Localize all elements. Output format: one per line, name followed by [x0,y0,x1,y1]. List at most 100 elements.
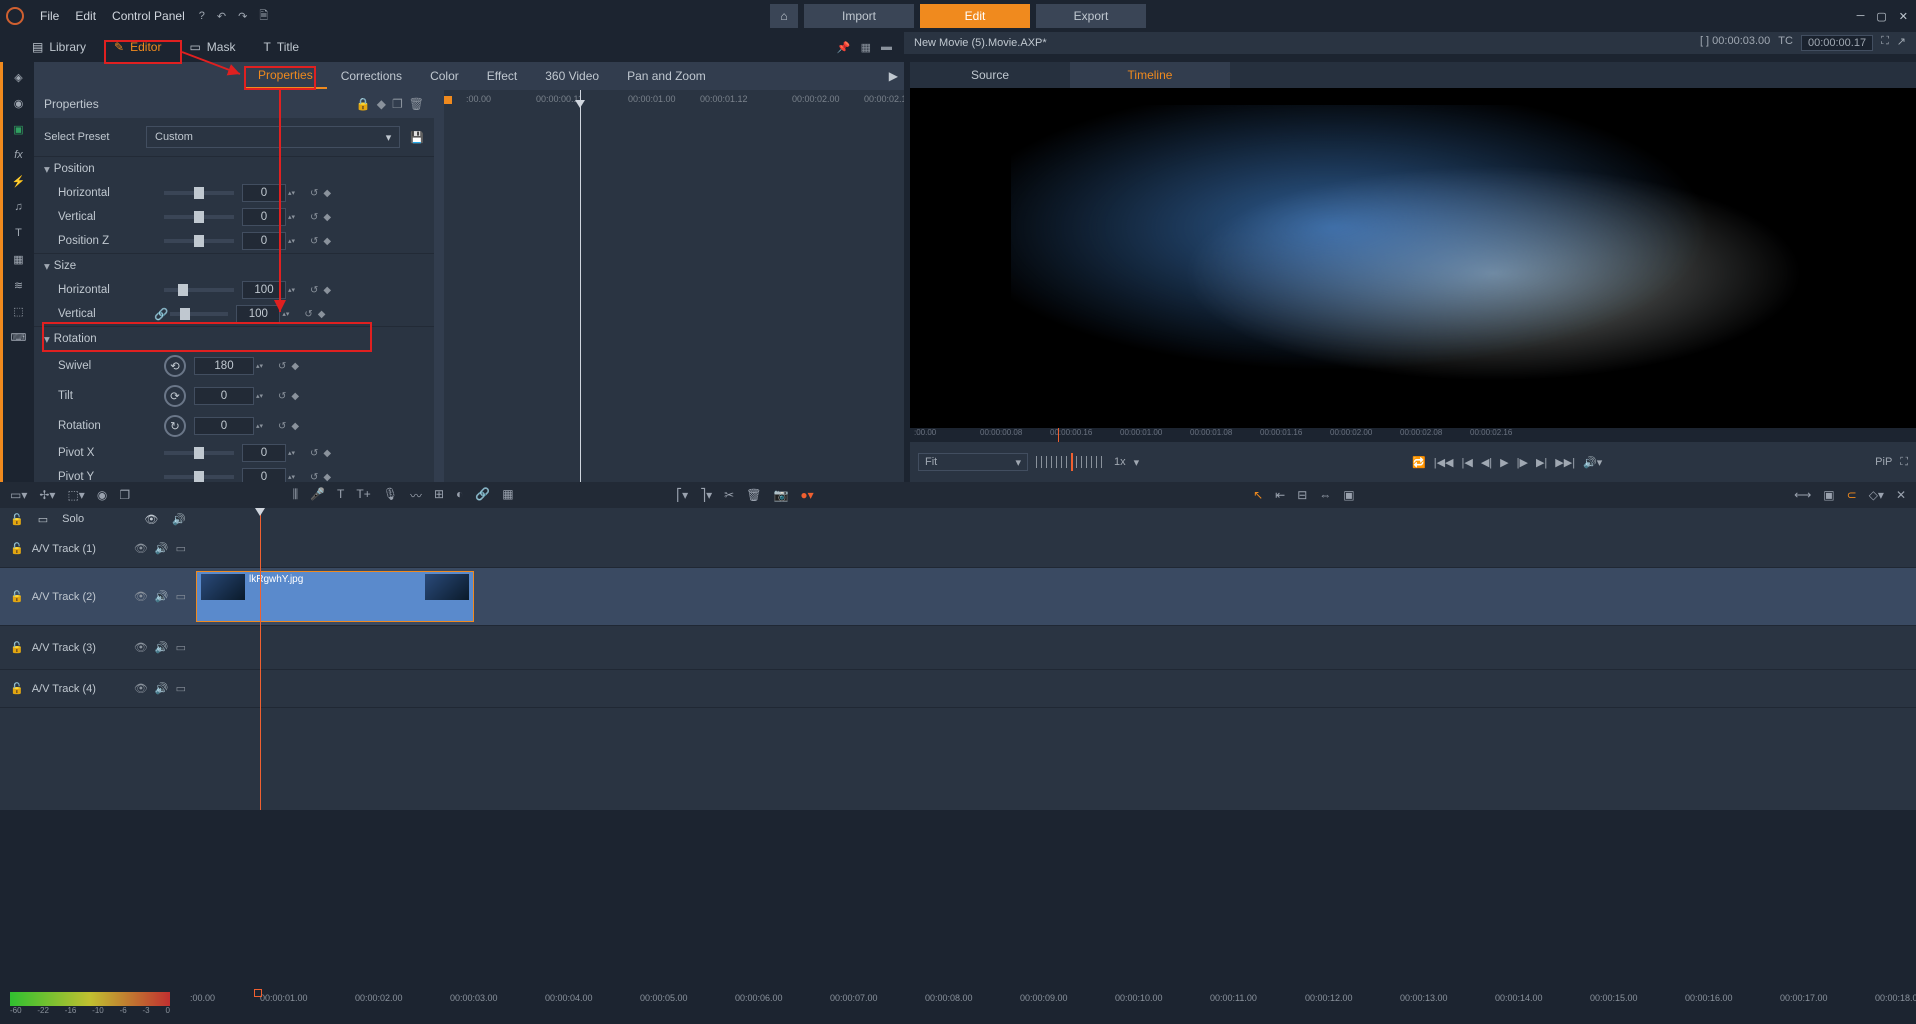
home-button[interactable]: ⌂ [770,4,798,28]
lock-icon[interactable]: 🔓 [10,641,24,654]
track-1[interactable] [196,530,1916,568]
slider-pos-z[interactable] [164,239,234,243]
reset-icon[interactable]: ↺ [310,472,318,483]
tool-text-icon[interactable]: T [10,224,28,242]
export-button[interactable]: Export [1036,4,1146,28]
edit-button[interactable]: Edit [920,4,1030,28]
next-frame-icon[interactable]: ▶| [1536,456,1547,469]
keyframe-icon[interactable]: ◆ [323,188,331,199]
timeline-ruler-row[interactable] [196,508,1916,530]
value-pos-h[interactable]: 0 [242,184,286,202]
menu-file[interactable]: File [32,5,67,27]
wave-icon[interactable]: 〰 [410,487,422,504]
redo-icon[interactable]: ↷ [232,6,253,27]
panel-icon[interactable]: ▬ [881,41,892,54]
track-3[interactable] [196,626,1916,670]
props-scrollbar[interactable] [434,90,444,482]
step-fwd-icon[interactable]: |▶ [1517,456,1528,469]
reset-icon[interactable]: ↺ [310,236,318,247]
mic-icon[interactable]: 🎤 [310,487,325,504]
reset-icon[interactable]: ↺ [310,188,318,199]
spinner-icon[interactable]: ▴▾ [288,474,300,481]
tool-media-icon[interactable]: ◉ [10,94,28,112]
pin-icon[interactable]: 📌 [837,41,851,54]
etab-corrections[interactable]: Corrections [327,64,416,88]
etab-color[interactable]: Color [416,64,473,88]
magnet2-icon[interactable]: ⊂ [1847,488,1857,502]
playback-speed[interactable]: 1x [1114,456,1126,468]
tool-fx-icon[interactable]: fx [10,146,28,164]
slider-size-h[interactable] [164,288,234,292]
etab-panzoom[interactable]: Pan and Zoom [613,64,720,88]
zoom-fit-icon[interactable]: ⟷ [1794,488,1811,502]
spinner-icon[interactable]: ▴▾ [288,214,300,221]
eye-icon[interactable]: 👁 [134,542,148,555]
help-icon[interactable]: ? [193,6,211,26]
value-pos-z[interactable]: 0 [242,232,286,250]
clip-lkrgwhy[interactable]: lkRgwhY.jpg [196,571,474,622]
section-size[interactable]: ▾Size [34,254,434,278]
preview-tab-timeline[interactable]: Timeline [1070,62,1230,88]
goto-start-icon[interactable]: |◀◀ [1434,456,1454,469]
swivel-dial[interactable]: ⟲ [164,355,186,377]
fit-select[interactable]: Fit▾ [918,453,1028,471]
slider-pivot-y[interactable] [164,475,234,479]
value-size-h[interactable]: 100 [242,281,286,299]
ripple-icon[interactable]: ▣ [1343,488,1354,502]
keyframe-icon[interactable]: ◆ [323,236,331,247]
zoom-clip-icon[interactable]: ▣ [1823,488,1834,502]
etab-effect[interactable]: Effect [473,64,531,88]
value-size-v[interactable]: 100 [236,305,280,323]
spinner-icon[interactable]: ▴▾ [288,238,300,245]
import-button[interactable]: Import [804,4,914,28]
monitor-icon[interactable]: ▭ [176,590,186,603]
link-icon[interactable]: 🔗 [154,307,168,321]
snap-icon[interactable]: ✢▾ [39,488,55,502]
track-header-2[interactable]: 🔓A/V Track (2)👁🔊▭ [0,568,196,626]
spinner-icon[interactable]: ▴▾ [256,393,268,400]
volume-icon[interactable]: 🔊▾ [1583,456,1602,469]
tilt-dial[interactable]: ⟳ [164,385,186,407]
etab-properties[interactable]: Properties [244,63,327,89]
monitor-icon[interactable]: ▭ [176,682,186,695]
tool-keyboard-icon[interactable]: ⌨ [10,328,28,346]
value-pivot-y[interactable]: 0 [242,468,286,482]
pip-toggle[interactable]: PiP [1875,456,1892,468]
monitor-icon[interactable]: ▭ [176,542,186,555]
speaker-icon[interactable]: 🔊 [155,542,169,555]
reset-icon[interactable]: ↺ [310,285,318,296]
keyframe-icon[interactable]: ◆ [323,212,331,223]
keyframe-playhead[interactable] [580,90,581,482]
tab-mask[interactable]: ▭Mask [175,35,249,59]
tool-music-icon[interactable]: ♫ [10,198,28,216]
clipboard-icon[interactable]: ❐ [119,488,130,502]
snapshot-icon[interactable]: 📷 [773,488,788,502]
keyframe-icon[interactable]: ◆ [323,472,331,483]
section-rotation[interactable]: ▾Rotation [34,327,434,351]
preview-playhead[interactable] [1058,428,1059,442]
value-pivot-x[interactable]: 0 [242,444,286,462]
track-2[interactable]: lkRgwhY.jpg [196,568,1916,626]
step-back-icon[interactable]: ◀| [1481,456,1492,469]
value-swivel[interactable]: 180 [194,357,254,375]
preview-viewport[interactable] [910,88,1916,428]
keyframe-icon[interactable]: ◆ [318,309,326,320]
keyframe-icon[interactable]: ◆ [291,361,299,372]
jog-wheel[interactable] [1036,456,1106,468]
speaker-icon[interactable]: 🔊 [155,682,169,695]
split-right-icon[interactable]: ⎤▾ [700,488,712,502]
reset-icon[interactable]: ↺ [278,391,286,402]
slider-pivot-x[interactable] [164,451,234,455]
fullscreen-icon[interactable]: ⛶ [1900,456,1908,469]
slide-icon[interactable]: ⇔ [1319,488,1331,502]
voiceover-icon[interactable]: 🎙 [383,487,398,504]
multicam-icon[interactable]: ▦ [502,487,513,504]
preview-tab-source[interactable]: Source [910,62,1070,88]
tool-transitions-icon[interactable]: ▣ [10,120,28,138]
expand-preview-icon[interactable]: ⛶ [1881,35,1889,51]
track-header-4[interactable]: 🔓A/V Track (4)👁🔊▭ [0,670,196,708]
tab-library[interactable]: ▤Library [18,35,100,59]
slider-pos-h[interactable] [164,191,234,195]
overview-playhead[interactable] [254,989,262,997]
razor-icon[interactable]: ✂ [724,488,734,502]
